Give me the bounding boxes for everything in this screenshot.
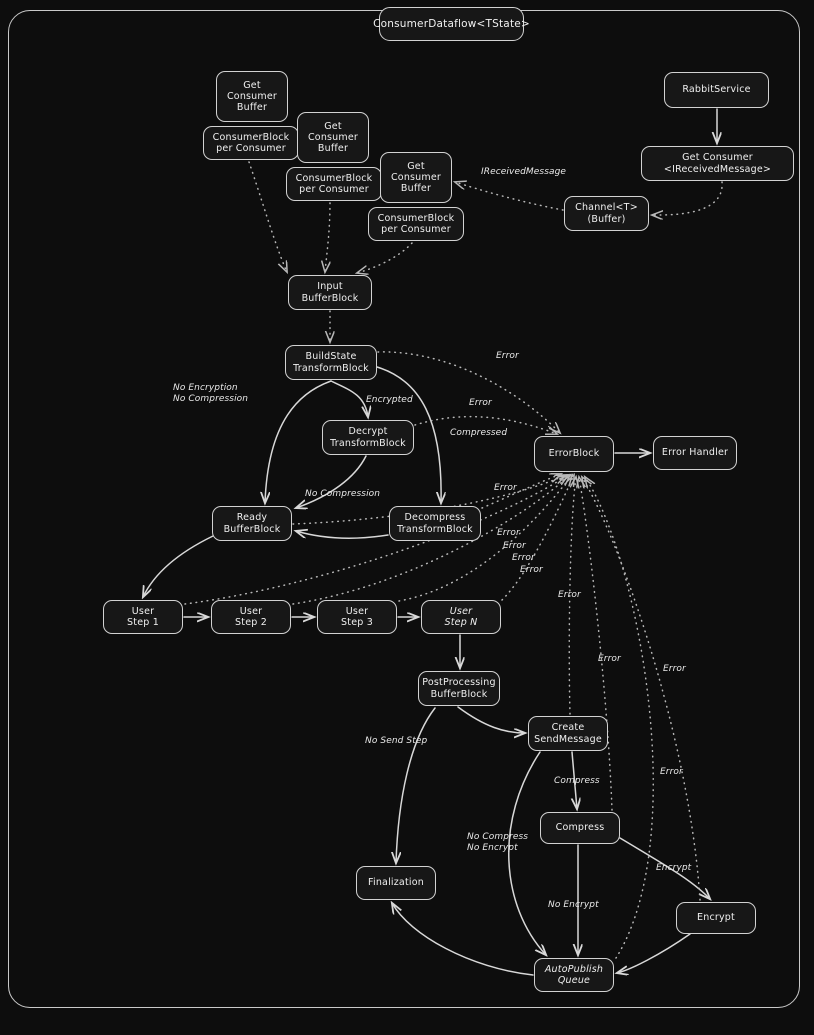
- node-encrypt[interactable]: Encrypt: [676, 902, 756, 934]
- node-stepn[interactable]: User Step N: [421, 600, 501, 634]
- edge-label-lbl-compress: Compress: [554, 776, 600, 786]
- edge-label-lbl-err9: Error: [598, 654, 621, 664]
- node-step1[interactable]: User Step 1: [103, 600, 183, 634]
- edge-label-lbl-err11: Error: [660, 767, 683, 777]
- edge-label-lbl-ireceived: IReceivedMessage: [481, 167, 567, 177]
- edge-label-lbl-nocompress: No Compression: [305, 489, 381, 499]
- node-label: Finalization: [368, 877, 424, 889]
- node-label: BuildState TransformBlock: [293, 351, 369, 374]
- node-getbuf3[interactable]: Get Consumer Buffer: [380, 152, 452, 203]
- node-readybb[interactable]: Ready BufferBlock: [212, 506, 292, 541]
- node-channel[interactable]: Channel<T> (Buffer): [564, 196, 649, 231]
- edge-label-lbl-nocompnoenc: No Compress No Encrypt: [467, 832, 529, 854]
- node-label: ErrorBlock: [548, 448, 600, 460]
- edge-label-lbl-err1: Error: [496, 351, 519, 361]
- node-label: PostProcessing BufferBlock: [422, 677, 496, 700]
- node-postproc[interactable]: PostProcessing BufferBlock: [418, 671, 500, 706]
- edge-label-lbl-err6: Error: [512, 553, 535, 563]
- node-label: User Step 3: [341, 605, 373, 628]
- node-label: Get Consumer <IReceivedMessage>: [663, 152, 772, 175]
- node-label: RabbitService: [682, 84, 751, 96]
- node-decompress[interactable]: Decompress TransformBlock: [389, 506, 481, 541]
- edge-label-lbl-err3: Error: [494, 483, 517, 493]
- node-label: Compress: [555, 822, 605, 834]
- node-label: ConsumerBlock per Consumer: [212, 131, 290, 154]
- node-getbuf1[interactable]: Get Consumer Buffer: [216, 71, 288, 122]
- node-errorhandler[interactable]: Error Handler: [653, 436, 737, 470]
- node-title[interactable]: ConsumerDataflow<TState>: [373, 7, 530, 41]
- edge-label-lbl-encrypt: Encrypt: [656, 863, 692, 873]
- node-label: Create SendMessage: [534, 722, 602, 745]
- edge-label-lbl-noenc: No Encryption No Compression: [173, 383, 249, 405]
- node-label: Get Consumer Buffer: [390, 160, 442, 195]
- edge-label-lbl-err7: Error: [520, 565, 543, 575]
- node-label: Channel<T> (Buffer): [575, 202, 638, 225]
- node-label: Ready BufferBlock: [223, 512, 281, 535]
- node-label: ConsumerDataflow<TState>: [373, 17, 530, 30]
- edge-label-lbl-err5: Error: [503, 541, 526, 551]
- node-step2[interactable]: User Step 2: [211, 600, 291, 634]
- node-buildstate[interactable]: BuildState TransformBlock: [285, 345, 377, 380]
- node-compress[interactable]: Compress: [540, 812, 620, 844]
- edge-label-lbl-err2: Error: [469, 398, 492, 408]
- node-label: ConsumerBlock per Consumer: [377, 212, 455, 235]
- node-autopublish[interactable]: AutoPublish Queue: [534, 958, 614, 992]
- edge-label-lbl-encrypted: Encrypted: [366, 395, 413, 405]
- node-errorblock[interactable]: ErrorBlock: [534, 436, 614, 472]
- edge-label-lbl-err8: Error: [558, 590, 581, 600]
- node-getconsumer[interactable]: Get Consumer <IReceivedMessage>: [641, 146, 794, 181]
- node-cblock1[interactable]: ConsumerBlock per Consumer: [203, 126, 299, 160]
- node-rabbit[interactable]: RabbitService: [664, 72, 769, 108]
- node-label: Decrypt TransformBlock: [330, 426, 406, 449]
- node-label: Input BufferBlock: [301, 281, 359, 304]
- node-decrypt[interactable]: Decrypt TransformBlock: [322, 420, 414, 455]
- node-getbuf2[interactable]: Get Consumer Buffer: [297, 112, 369, 163]
- edge-label-lbl-compressed: Compressed: [450, 428, 508, 438]
- node-cblock2[interactable]: ConsumerBlock per Consumer: [286, 167, 382, 201]
- edge-label-lbl-noencrypt: No Encrypt: [548, 900, 599, 910]
- node-label: User Step 2: [235, 605, 267, 628]
- dataflow-diagram-canvas: ConsumerDataflow<TState> Get Consumer Buf…: [0, 0, 814, 1035]
- node-finalization[interactable]: Finalization: [356, 866, 436, 900]
- node-label: Get Consumer Buffer: [226, 79, 278, 114]
- node-label: Encrypt: [697, 912, 735, 924]
- node-step3[interactable]: User Step 3: [317, 600, 397, 634]
- node-label: Error Handler: [661, 447, 729, 459]
- node-label: ConsumerBlock per Consumer: [295, 172, 373, 195]
- node-createsend[interactable]: Create SendMessage: [528, 716, 608, 751]
- node-inputbb[interactable]: Input BufferBlock: [288, 275, 372, 310]
- edge-label-lbl-err10: Error: [663, 664, 686, 674]
- edge-label-lbl-nosendstep: No Send Step: [365, 736, 428, 746]
- node-label: Get Consumer Buffer: [307, 120, 359, 155]
- node-label: AutoPublish Queue: [544, 963, 604, 986]
- edge-label-lbl-err4: Error: [497, 528, 520, 538]
- node-label: Decompress TransformBlock: [397, 512, 473, 535]
- node-label: User Step 1: [127, 605, 159, 628]
- node-label: User Step N: [444, 605, 478, 628]
- node-cblock3[interactable]: ConsumerBlock per Consumer: [368, 207, 464, 241]
